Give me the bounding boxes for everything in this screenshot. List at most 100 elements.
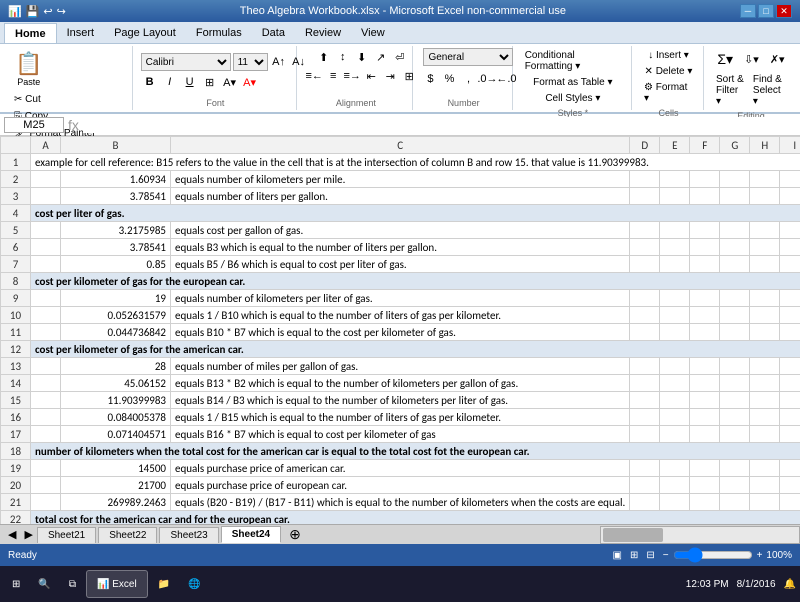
cell-H-14[interactable]	[750, 375, 780, 392]
align-bottom-button[interactable]: ⬇	[353, 48, 371, 66]
cell-A-21[interactable]	[31, 494, 61, 511]
taskbar-notification[interactable]: 🔔	[784, 579, 796, 590]
cell-H-9[interactable]	[750, 290, 780, 307]
cell-E-13[interactable]	[660, 358, 690, 375]
cell-H-15[interactable]	[750, 392, 780, 409]
cell-D-15[interactable]	[630, 392, 660, 409]
cell-C-10[interactable]: equals 1 / B10 which is equal to the num…	[171, 307, 630, 324]
conditional-formatting-button[interactable]: Conditional Formatting ▾	[521, 48, 625, 74]
header-cell-18[interactable]: number of kilometers when the total cost…	[31, 443, 800, 460]
cell-D-16[interactable]	[630, 409, 660, 426]
search-button[interactable]: 🔍	[30, 569, 58, 599]
increase-indent-button[interactable]: ⇥	[381, 67, 399, 85]
tab-view[interactable]: View	[351, 23, 395, 43]
cell-C-19[interactable]: equals purchase price of american car.	[171, 460, 630, 477]
col-header-A[interactable]: A	[31, 137, 61, 154]
view-page-break-icon[interactable]: ⊟	[646, 550, 654, 561]
cell-B-14[interactable]: 45.06152	[61, 375, 171, 392]
cell-G-7[interactable]	[720, 256, 750, 273]
cell-E-2[interactable]	[660, 171, 690, 188]
cell-D-19[interactable]	[630, 460, 660, 477]
cell-I-5[interactable]	[780, 222, 800, 239]
cell-C-6[interactable]: equals B3 which is equal to the number o…	[171, 239, 630, 256]
cell-A-20[interactable]	[31, 477, 61, 494]
cell-I-7[interactable]	[780, 256, 800, 273]
close-button[interactable]: ✕	[776, 4, 792, 18]
undo-icon[interactable]: ↩	[43, 5, 52, 18]
cell-H-7[interactable]	[750, 256, 780, 273]
paste-button[interactable]: 📋 Paste	[10, 48, 47, 90]
cell-B-13[interactable]: 28	[61, 358, 171, 375]
cell-F-10[interactable]	[690, 307, 720, 324]
wrap-text-button[interactable]: ⏎	[391, 48, 409, 66]
task-view-button[interactable]: ⧉	[61, 569, 84, 599]
cell-C-20[interactable]: equals purchase price of european car.	[171, 477, 630, 494]
header-cell-22[interactable]: total cost for the american car and for …	[31, 511, 800, 525]
cell-I-20[interactable]	[780, 477, 800, 494]
cut-button[interactable]: ✂ Cut	[10, 92, 100, 107]
cell-I-17[interactable]	[780, 426, 800, 443]
cell-C-9[interactable]: equals number of kilometers per liter of…	[171, 290, 630, 307]
cell-I-11[interactable]	[780, 324, 800, 341]
cell-D-3[interactable]	[630, 188, 660, 205]
cell-A-2[interactable]	[31, 171, 61, 188]
sheet-tab-sheet23[interactable]: Sheet23	[159, 527, 218, 543]
cell-B-3[interactable]: 3.78541	[61, 188, 171, 205]
cell-D-17[interactable]	[630, 426, 660, 443]
cell-H-20[interactable]	[750, 477, 780, 494]
decrease-decimal-button[interactable]: .0→	[478, 70, 496, 88]
cell-A-5[interactable]	[31, 222, 61, 239]
cell-F-16[interactable]	[690, 409, 720, 426]
cell-A-17[interactable]	[31, 426, 61, 443]
increase-decimal-button[interactable]: ←.0	[497, 70, 515, 88]
cell-A-16[interactable]	[31, 409, 61, 426]
redo-icon[interactable]: ↪	[57, 5, 66, 18]
minimize-button[interactable]: ─	[740, 4, 756, 18]
col-header-D[interactable]: D	[630, 137, 660, 154]
row-number-13[interactable]: 13	[1, 358, 31, 375]
insert-sheet-button[interactable]: ⊕	[283, 526, 307, 543]
cell-F-9[interactable]	[690, 290, 720, 307]
cell-B-20[interactable]: 21700	[61, 477, 171, 494]
cell-B-19[interactable]: 14500	[61, 460, 171, 477]
cell-B-9[interactable]: 19	[61, 290, 171, 307]
cell-D-6[interactable]	[630, 239, 660, 256]
cell-A-7[interactable]	[31, 256, 61, 273]
align-right-button[interactable]: ≡→	[343, 67, 361, 85]
fill-color-button[interactable]: A▾	[221, 73, 239, 91]
cell-D-21[interactable]	[630, 494, 660, 511]
cell-D-11[interactable]	[630, 324, 660, 341]
zoom-out-button[interactable]: −	[663, 550, 669, 561]
cell-A-6[interactable]	[31, 239, 61, 256]
row-number-16[interactable]: 16	[1, 409, 31, 426]
cell-H-11[interactable]	[750, 324, 780, 341]
cell-H-10[interactable]	[750, 307, 780, 324]
cell-C-21[interactable]: equals (B20 - B19) / (B17 - B11) which i…	[171, 494, 630, 511]
sum-button[interactable]: Σ▾	[712, 48, 738, 71]
cell-I-6[interactable]	[780, 239, 800, 256]
cell-F-15[interactable]	[690, 392, 720, 409]
cell-B-16[interactable]: 0.084005378	[61, 409, 171, 426]
cell-F-20[interactable]	[690, 477, 720, 494]
cell-D-9[interactable]	[630, 290, 660, 307]
row-number-5[interactable]: 5	[1, 222, 31, 239]
cell-H-21[interactable]	[750, 494, 780, 511]
cell-A-11[interactable]	[31, 324, 61, 341]
cell-E-19[interactable]	[660, 460, 690, 477]
cell-I-16[interactable]	[780, 409, 800, 426]
font-grow-button[interactable]: A↑	[270, 53, 288, 71]
border-button[interactable]: ⊞	[201, 73, 219, 91]
cell-F-19[interactable]	[690, 460, 720, 477]
clear-button[interactable]: ✗▾	[765, 48, 790, 71]
cell-C-17[interactable]: equals B16 * B7 which is equal to cost p…	[171, 426, 630, 443]
cell-G-9[interactable]	[720, 290, 750, 307]
cell-G-11[interactable]	[720, 324, 750, 341]
chrome-button[interactable]: 🌐	[180, 569, 208, 599]
cell-G-19[interactable]	[720, 460, 750, 477]
cell-I-10[interactable]	[780, 307, 800, 324]
save-icon[interactable]: 💾	[26, 5, 40, 18]
zoom-in-button[interactable]: +	[757, 550, 763, 561]
decrease-indent-button[interactable]: ⇤	[362, 67, 380, 85]
cell-E-9[interactable]	[660, 290, 690, 307]
tab-page-layout[interactable]: Page Layout	[104, 23, 186, 43]
